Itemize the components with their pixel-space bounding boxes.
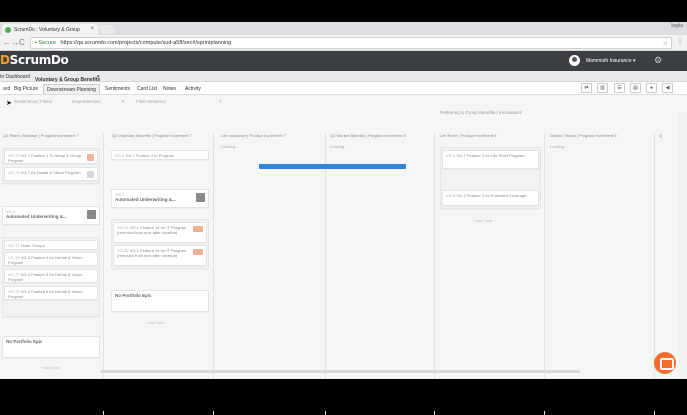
add-epic-link[interactable]: + Add Epic [145,320,164,325]
browser-menu-icon[interactable]: ⋮ [676,38,684,46]
tab-downstream-planning[interactable]: Downstream Planning [43,84,100,94]
avatar[interactable] [569,55,580,66]
card-tag [196,193,205,202]
column-title: Life Insurance | Product Increment 7 [221,133,286,138]
epic-card[interactable]: VG-7 Automated Underwriting &... [111,189,209,208]
settings-gear-icon[interactable]: ⚙ [654,55,662,66]
no-epic-card[interactable]: No Portfolio Epic [2,336,100,358]
url-bar[interactable]: ▪ Secure https://qa.scrumdo.com/projects… [30,37,672,49]
view-tabs: ard Big Picture Downstream Planning Sent… [0,82,687,95]
card[interactable]: VG-4 VG-7 Feature 3 In Program [111,150,209,160]
reload-icon[interactable]: C [19,38,25,48]
video-bottom-bar [0,379,687,411]
card-tag [87,154,94,161]
add-epic-link[interactable]: + Add Epic [40,365,59,370]
favicon-icon [5,27,11,33]
card-filter[interactable]: Card Filters [29,99,52,104]
column-title: Q [659,133,663,138]
horizontal-scrollbar[interactable] [100,370,580,373]
beta-badge: beta [58,55,66,60]
back-arrow-icon[interactable]: ← [3,38,11,48]
no-epic-card[interactable]: No Portfolio Epic [111,290,209,312]
chat-support-icon[interactable] [654,352,676,374]
card-tag [87,210,96,219]
list-icon[interactable]: ☰ [614,83,625,93]
tab-sentiments[interactable]: Sentiments [102,84,133,94]
forward-arrow-icon[interactable]: → [11,38,19,48]
card[interactable]: VG-74 VG-7 As Dental & Vision Program [4,167,98,181]
loading-text: Loading... [221,144,239,149]
group-label: Preferring & Group Benefits | Innovation… [440,110,522,115]
card[interactable]: VG-73 VG-7 Feature 1 To Setup & Group Pr… [4,150,98,164]
dashboard-link[interactable]: to Dashboard [0,74,30,80]
filter-iterations-input[interactable]: Filter Iterations [136,99,166,104]
column-title: Dental | Vision | Program Increment 9 [550,133,617,138]
card[interactable]: VG-31 VG-1 Feature 14 for IT Program (re… [113,222,207,243]
mouse-cursor-icon: ➤ [6,100,12,107]
filter-divider-icon: ✕ [121,99,125,104]
add-card-link[interactable]: + Add Card [472,218,492,223]
tab-big-picture[interactable]: Big Picture [11,84,41,94]
swap-view-icon[interactable]: ⇄ [581,83,592,93]
star-icon[interactable]: ☆ [663,40,668,47]
card[interactable]: VG-8 VG-2 Feature 2 for Extended Coverag… [442,190,539,206]
browser-tabstrip: ScrumDo : Voluntary & Group × kayla [0,22,687,35]
tab-title: ScrumDo : Voluntary & Group [14,27,80,33]
tab-card-list[interactable]: Card List [134,84,160,94]
loading-text: Loading... [550,144,568,149]
card[interactable]: VG-32 VG-1 Feature 14 for IT Program (re… [113,245,207,266]
new-tab-button[interactable] [98,25,116,34]
card[interactable]: VG-75 VG-3 Feature 4 for Dental & Vision… [4,252,98,266]
org-menu[interactable]: Mammoth Insurance ▾ [586,58,635,64]
address-row: ← → C ▪ Secure https://qa.scrumdo.com/pr… [0,35,687,51]
card-tag [87,171,94,178]
epic-card[interactable]: VG-1 Automated Underwriting &... [2,206,100,225]
card[interactable]: VG-71 Team Groups [4,240,98,250]
browser-user-chip[interactable]: kayla [671,23,683,29]
card[interactable]: VG-77 VG-3 Feature 5 for Dental & Vision… [4,269,98,283]
browser-tab[interactable]: ScrumDo : Voluntary & Group × [2,24,98,35]
column-title: Life Rider | Product Increment 9 [440,133,497,138]
card[interactable]: VG-75 VG-4 Feature 6 for Dental & Vision… [4,286,98,300]
text-filter-icon[interactable]: T [219,99,222,104]
card-tag [193,226,203,232]
video-frame: ScrumDo : Voluntary & Group × kayla ← → … [0,0,687,415]
group-header-strip: Preferring & Group Benefits | Innovation… [0,109,687,119]
filter-row: ➤ Iteration Card Filters Dependencies ✕ … [0,96,687,107]
column-title: Q3 Worker Benefits | Program Increment 8 [330,133,406,138]
tab-activity[interactable]: Activity [182,84,204,94]
app-header: DScrumDo beta Mammoth Insurance ▾ ⚙ [0,51,687,71]
tab-notes[interactable]: Notes [160,84,179,94]
url-text: https://qa.scrumdo.com/projects/compute/… [60,40,232,46]
tab-close-icon[interactable]: × [90,26,94,32]
iteration-filter[interactable]: Iteration [14,99,30,104]
card-tag [193,249,203,255]
dependencies-filter[interactable]: Dependencies [72,99,101,104]
columns-icon[interactable]: ▤ [630,83,641,93]
column-title: Q3 Plans | Release | Program Increment 7 [3,133,79,138]
help-icon[interactable]: ● [646,83,657,93]
chart-icon[interactable]: ▥ [597,83,608,93]
project-nav: to Dashboard Voluntary & Group Benefits … [0,71,687,83]
card[interactable]: VG-4 VG-7 Feature 2 for Life Rider Progr… [442,150,539,169]
loading-text: Loading... [330,144,348,149]
loading-progress-bar [259,164,406,169]
secure-label: Secure [38,40,56,46]
project-caret-icon[interactable]: ▾ [97,74,100,80]
collapse-icon[interactable]: ◀ [662,83,673,93]
column-title: Q3 Voluntary Benefits | Program Incremen… [112,133,192,138]
